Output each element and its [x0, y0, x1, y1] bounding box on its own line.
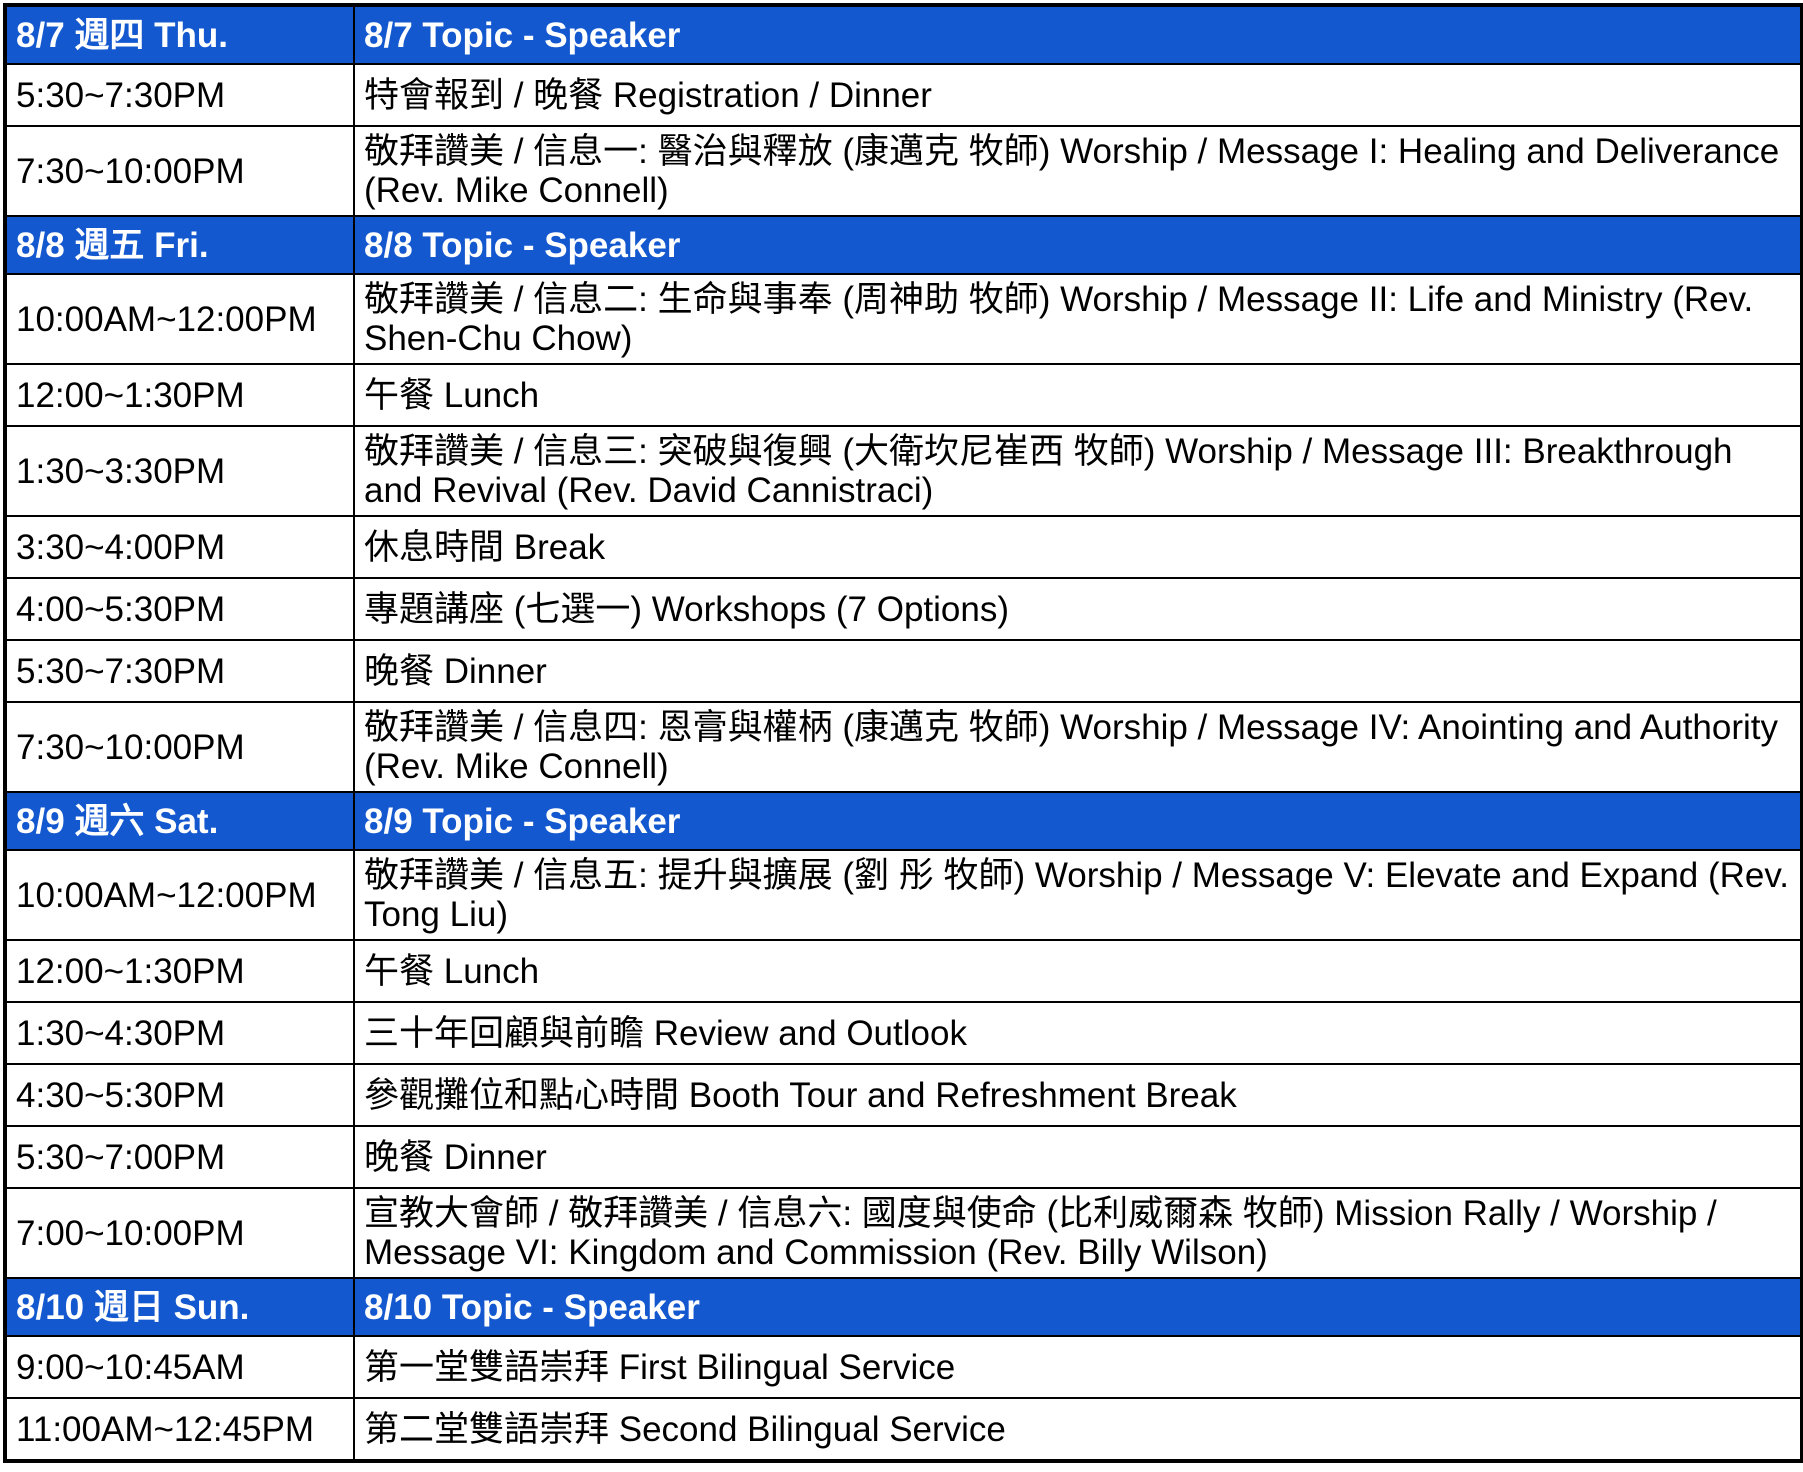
table-row: 10:00AM~12:00PM 敬拜讚美 / 信息二: 生命與事奉 (周神助 牧… [4, 273, 1803, 365]
day-label: 8/8 週五 Fri. [4, 215, 355, 275]
table-row: 5:30~7:30PM 特會報到 / 晚餐 Registration / Din… [4, 63, 1803, 127]
description-cell: 專題講座 (七選一) Workshops (7 Options) [353, 577, 1803, 641]
topic-label: 8/10 Topic - Speaker [353, 1277, 1803, 1337]
time-cell: 11:00AM~12:45PM [4, 1397, 355, 1462]
table-row: 9:00~10:45AM 第一堂雙語崇拜 First Bilingual Ser… [4, 1335, 1803, 1399]
description-cell: 敬拜讚美 / 信息四: 恩膏與權柄 (康邁克 牧師) Worship / Mes… [353, 701, 1803, 793]
time-cell: 3:30~4:00PM [4, 515, 355, 579]
day-header-row: 8/9 週六 Sat. 8/9 Topic - Speaker [4, 791, 1803, 851]
description-cell: 晚餐 Dinner [353, 639, 1803, 703]
time-cell: 1:30~3:30PM [4, 425, 355, 517]
description-cell: 敬拜讚美 / 信息五: 提升與擴展 (劉 彤 牧師) Worship / Mes… [353, 849, 1803, 941]
description-cell: 午餐 Lunch [353, 363, 1803, 427]
description-cell: 敬拜讚美 / 信息二: 生命與事奉 (周神助 牧師) Worship / Mes… [353, 273, 1803, 365]
time-cell: 7:00~10:00PM [4, 1187, 355, 1279]
time-cell: 10:00AM~12:00PM [4, 849, 355, 941]
day-header-row: 8/8 週五 Fri. 8/8 Topic - Speaker [4, 215, 1803, 275]
description-cell: 特會報到 / 晚餐 Registration / Dinner [353, 63, 1803, 127]
time-cell: 12:00~1:30PM [4, 939, 355, 1003]
time-cell: 1:30~4:30PM [4, 1001, 355, 1065]
day-label: 8/7 週四 Thu. [4, 4, 355, 65]
description-cell: 三十年回顧與前瞻 Review and Outlook [353, 1001, 1803, 1065]
day-label: 8/9 週六 Sat. [4, 791, 355, 851]
topic-label: 8/8 Topic - Speaker [353, 215, 1803, 275]
time-cell: 5:30~7:00PM [4, 1125, 355, 1189]
topic-label: 8/9 Topic - Speaker [353, 791, 1803, 851]
time-cell: 5:30~7:30PM [4, 639, 355, 703]
table-row: 7:00~10:00PM 宣教大會師 / 敬拜讚美 / 信息六: 國度與使命 (… [4, 1187, 1803, 1279]
description-cell: 參觀攤位和點心時間 Booth Tour and Refreshment Bre… [353, 1063, 1803, 1127]
table-row: 7:30~10:00PM 敬拜讚美 / 信息一: 醫治與釋放 (康邁克 牧師) … [4, 125, 1803, 217]
table-row: 4:00~5:30PM 專題講座 (七選一) Workshops (7 Opti… [4, 577, 1803, 641]
time-cell: 7:30~10:00PM [4, 125, 355, 217]
description-cell: 晚餐 Dinner [353, 1125, 1803, 1189]
table-row: 4:30~5:30PM 參觀攤位和點心時間 Booth Tour and Ref… [4, 1063, 1803, 1127]
time-cell: 12:00~1:30PM [4, 363, 355, 427]
time-cell: 10:00AM~12:00PM [4, 273, 355, 365]
description-cell: 休息時間 Break [353, 515, 1803, 579]
table-row: 1:30~4:30PM 三十年回顧與前瞻 Review and Outlook [4, 1001, 1803, 1065]
time-cell: 4:30~5:30PM [4, 1063, 355, 1127]
description-cell: 午餐 Lunch [353, 939, 1803, 1003]
table-row: 3:30~4:00PM 休息時間 Break [4, 515, 1803, 579]
description-cell: 宣教大會師 / 敬拜讚美 / 信息六: 國度與使命 (比利威爾森 牧師) Mis… [353, 1187, 1803, 1279]
table-row: 11:00AM~12:45PM 第二堂雙語崇拜 Second Bilingual… [4, 1397, 1803, 1462]
topic-label: 8/7 Topic - Speaker [353, 4, 1803, 65]
table-row: 12:00~1:30PM 午餐 Lunch [4, 939, 1803, 1003]
table-row: 7:30~10:00PM 敬拜讚美 / 信息四: 恩膏與權柄 (康邁克 牧師) … [4, 701, 1803, 793]
table-row: 5:30~7:00PM 晚餐 Dinner [4, 1125, 1803, 1189]
description-cell: 敬拜讚美 / 信息三: 突破與復興 (大衛坎尼崔西 牧師) Worship / … [353, 425, 1803, 517]
description-cell: 敬拜讚美 / 信息一: 醫治與釋放 (康邁克 牧師) Worship / Mes… [353, 125, 1803, 217]
time-cell: 9:00~10:45AM [4, 1335, 355, 1399]
schedule-table: 8/7 週四 Thu. 8/7 Topic - Speaker 5:30~7:3… [3, 3, 1803, 1463]
day-header-row: 8/7 週四 Thu. 8/7 Topic - Speaker [4, 4, 1803, 65]
description-cell: 第二堂雙語崇拜 Second Bilingual Service [353, 1397, 1803, 1462]
day-label: 8/10 週日 Sun. [4, 1277, 355, 1337]
day-header-row: 8/10 週日 Sun. 8/10 Topic - Speaker [4, 1277, 1803, 1337]
time-cell: 4:00~5:30PM [4, 577, 355, 641]
table-row: 10:00AM~12:00PM 敬拜讚美 / 信息五: 提升與擴展 (劉 彤 牧… [4, 849, 1803, 941]
description-cell: 第一堂雙語崇拜 First Bilingual Service [353, 1335, 1803, 1399]
time-cell: 7:30~10:00PM [4, 701, 355, 793]
table-row: 1:30~3:30PM 敬拜讚美 / 信息三: 突破與復興 (大衛坎尼崔西 牧師… [4, 425, 1803, 517]
table-row: 5:30~7:30PM 晚餐 Dinner [4, 639, 1803, 703]
time-cell: 5:30~7:30PM [4, 63, 355, 127]
table-row: 12:00~1:30PM 午餐 Lunch [4, 363, 1803, 427]
